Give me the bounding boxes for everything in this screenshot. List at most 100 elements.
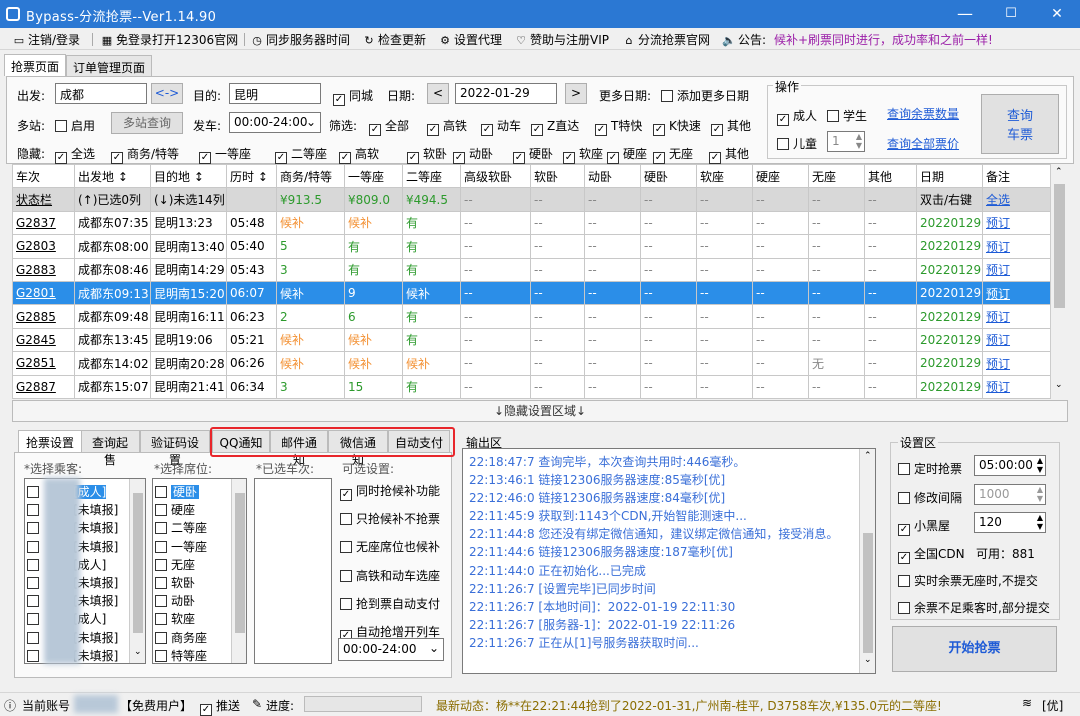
table-cell[interactable]: 预订 [982, 374, 1051, 399]
list-item[interactable]: [未填报] [25, 629, 145, 647]
multi-query-button[interactable]: 多站查询 [111, 112, 183, 134]
table-scrollbar[interactable]: ⌃ ⌄ [1050, 164, 1067, 398]
output-log[interactable]: 22:18:47:7 查询完毕，本次查询共用时:446毫秒。 22:13:46:1… [462, 448, 876, 674]
list-item[interactable]: [未填报] [25, 574, 145, 592]
table-row[interactable]: 状态栏 (↑)已选0列 (↓)未选14列 ¥913.5 ¥809.0 ¥494.5 -- --… [12, 187, 1051, 212]
table-cell[interactable]: G2803 [12, 234, 75, 259]
filter-checkbox[interactable]: ✓ Z直达 [531, 117, 579, 136]
column-header[interactable]: 软座 [696, 163, 753, 189]
table-cell[interactable]: G2883 [12, 257, 75, 282]
option-checkbox[interactable]: ✓ 同时抢候补功能 [340, 482, 440, 501]
selected-trains-list[interactable] [254, 478, 332, 664]
hide-checkbox[interactable]: ✓ 其他 [709, 145, 749, 164]
adult-checkbox[interactable]: ✓ 成人 [777, 107, 817, 126]
settings-tab[interactable]: 验证码设置 [140, 430, 210, 467]
column-header[interactable]: 硬座 [752, 163, 809, 189]
blackroom-input[interactable]: 120 ▲ ▼ [974, 512, 1046, 533]
list-item[interactable]: [成人] [25, 483, 145, 501]
table-row[interactable]: G2883 成都东08:46 昆明南14:29 05:43 3 有有 -- -- -- -- -- -… [12, 257, 1051, 282]
menu-proxy[interactable]: ⚙ 设置代理 [438, 31, 502, 48]
hide-checkbox[interactable]: ✓ 动卧 [453, 145, 493, 164]
table-row[interactable]: G2887 成都东15:07 昆明南21:41 06:34 3 15 有 -- -- -- -- --… [12, 374, 1051, 399]
partial-checkbox[interactable]: 余票不足乘客时,部分提交 [898, 599, 1050, 616]
date-next-button[interactable]: > [565, 83, 587, 104]
start-grab-button[interactable]: 开始抢票 [892, 626, 1057, 672]
child-count-stepper[interactable]: 1 ▲ ▼ [827, 131, 865, 152]
date-input[interactable]: 2022-01-29 [455, 83, 557, 104]
table-cell[interactable]: G2845 [12, 327, 75, 353]
hide-checkbox[interactable]: ✓ 一等座 [199, 145, 251, 164]
column-header[interactable]: 二等座 [402, 163, 461, 189]
table-cell[interactable]: 预订 [982, 327, 1051, 353]
swap-button[interactable]: <-> [151, 83, 183, 104]
hide-checkbox[interactable]: ✓ 软卧 [407, 145, 447, 164]
query-price-link[interactable]: 查询全部票价 [887, 135, 959, 152]
filter-checkbox[interactable]: ✓ 高铁 [427, 117, 467, 136]
cdn-checkbox[interactable]: ✓ 全国CDN [898, 545, 965, 564]
query-remain-link[interactable]: 查询余票数量 [887, 105, 959, 122]
column-header[interactable]: 一等座 [344, 163, 403, 189]
filter-checkbox[interactable]: ✓ T特快 [595, 117, 642, 136]
table-cell[interactable]: 预订 [982, 257, 1051, 282]
depart-time-select[interactable]: 00:00-24:00 ⌄ [229, 112, 321, 133]
column-header[interactable]: 历时 ↕ [226, 163, 277, 189]
from-input[interactable]: 成都 [55, 83, 147, 104]
hide-checkbox[interactable]: ✓ 硬卧 [513, 145, 553, 164]
list-item[interactable]: [成人] [25, 556, 145, 574]
timed-checkbox[interactable]: 定时抢票 [898, 460, 962, 477]
passenger-list[interactable]: [成人] [未填报] [未填报] [未填报] [成人] [未填报] [未填报] [成人] [未填… [24, 478, 146, 664]
column-header[interactable]: 日期 [916, 163, 983, 189]
child-checkbox[interactable]: 儿童 [777, 135, 817, 152]
table-row[interactable]: G2885 成都东09:48 昆明南16:11 06:23 2 6 有 -- -- -- -- -- -… [12, 304, 1051, 329]
settings-tab[interactable]: 抢票设置 [18, 430, 82, 452]
list-item[interactable]: [成人] [25, 610, 145, 628]
option-checkbox[interactable]: 高铁和动车选座 [340, 567, 440, 584]
table-row[interactable]: G2801 成都东09:13 昆明南15:20 06:07 候补 9 候补 -- -- -- -- -… [12, 280, 1051, 306]
blackroom-checkbox[interactable]: ✓ 小黑屋 [898, 517, 950, 536]
realtime-checkbox[interactable]: 实时余票无座时,不提交 [898, 572, 1038, 589]
minimize-button[interactable]: — [942, 0, 988, 28]
table-cell[interactable]: G2801 [12, 280, 75, 306]
tab-orders[interactable]: 订单管理页面 [66, 55, 153, 76]
table-cell[interactable]: 预订 [982, 351, 1051, 376]
filter-checkbox[interactable]: ✓ 动车 [481, 117, 521, 136]
list-item[interactable]: [未填报] [25, 592, 145, 610]
student-checkbox[interactable]: 学生 [827, 107, 867, 124]
menu-check-update[interactable]: ↻ 检查更新 [362, 31, 426, 48]
maximize-button[interactable]: ☐ [988, 0, 1034, 28]
option-checkbox[interactable]: 抢到票自动支付 [340, 595, 440, 612]
table-cell[interactable]: 状态栏 [12, 187, 75, 212]
menu-sponsor-vip[interactable]: ♡ 赞助与注册VIP [514, 31, 609, 48]
hide-checkbox[interactable]: ✓ 无座 [653, 145, 693, 164]
menu-login[interactable]: ▭ 注销/登录 [12, 31, 80, 48]
timed-input[interactable]: 05:00:00 ▲ ▼ [974, 455, 1046, 476]
column-header[interactable]: 高级软卧 [460, 163, 531, 189]
column-header[interactable]: 无座 [808, 163, 865, 189]
menu-sync-time[interactable]: ◷ 同步服务器时间 [250, 31, 350, 48]
table-scroll-thumb[interactable] [1054, 184, 1065, 308]
option-time-select[interactable]: 00:00-24:00 ⌄ [338, 638, 444, 661]
hide-checkbox[interactable]: ✓ 软座 [563, 145, 603, 164]
column-header[interactable]: 备注 [982, 163, 1051, 189]
hide-checkbox[interactable]: ✓ 高软 [339, 145, 379, 164]
tab-booking[interactable]: 抢票页面 [4, 54, 67, 76]
hide-settings-bar[interactable]: ↓隐藏设置区域↓ [12, 400, 1068, 422]
same-city-checkbox[interactable]: ✓ 同城 [333, 87, 373, 106]
filter-checkbox[interactable]: ✓ 其他 [711, 117, 751, 136]
query-tickets-button[interactable]: 查询 车票 [981, 94, 1059, 154]
column-header[interactable]: 动卧 [584, 163, 641, 189]
column-header[interactable]: 软卧 [530, 163, 585, 189]
column-header[interactable]: 目的地 ↕ [150, 163, 227, 189]
column-header[interactable]: 商务/特等 [276, 163, 345, 189]
interval-input[interactable]: 1000 ▲ ▼ [974, 484, 1046, 505]
date-prev-button[interactable]: < [427, 83, 449, 104]
table-cell[interactable]: 预订 [982, 280, 1051, 306]
table-cell[interactable]: G2885 [12, 304, 75, 329]
close-button[interactable]: ✕ [1034, 0, 1080, 28]
table-cell[interactable]: 预订 [982, 210, 1051, 236]
table-cell[interactable]: 预订 [982, 234, 1051, 259]
list-item[interactable]: [未填报] [25, 647, 145, 663]
column-header[interactable]: 硬卧 [640, 163, 697, 189]
table-cell[interactable]: G2837 [12, 210, 75, 236]
table-row[interactable]: G2837 成都东07:35 昆明13:23 05:48 候补 候补有 -- -- -- -- --… [12, 210, 1051, 236]
